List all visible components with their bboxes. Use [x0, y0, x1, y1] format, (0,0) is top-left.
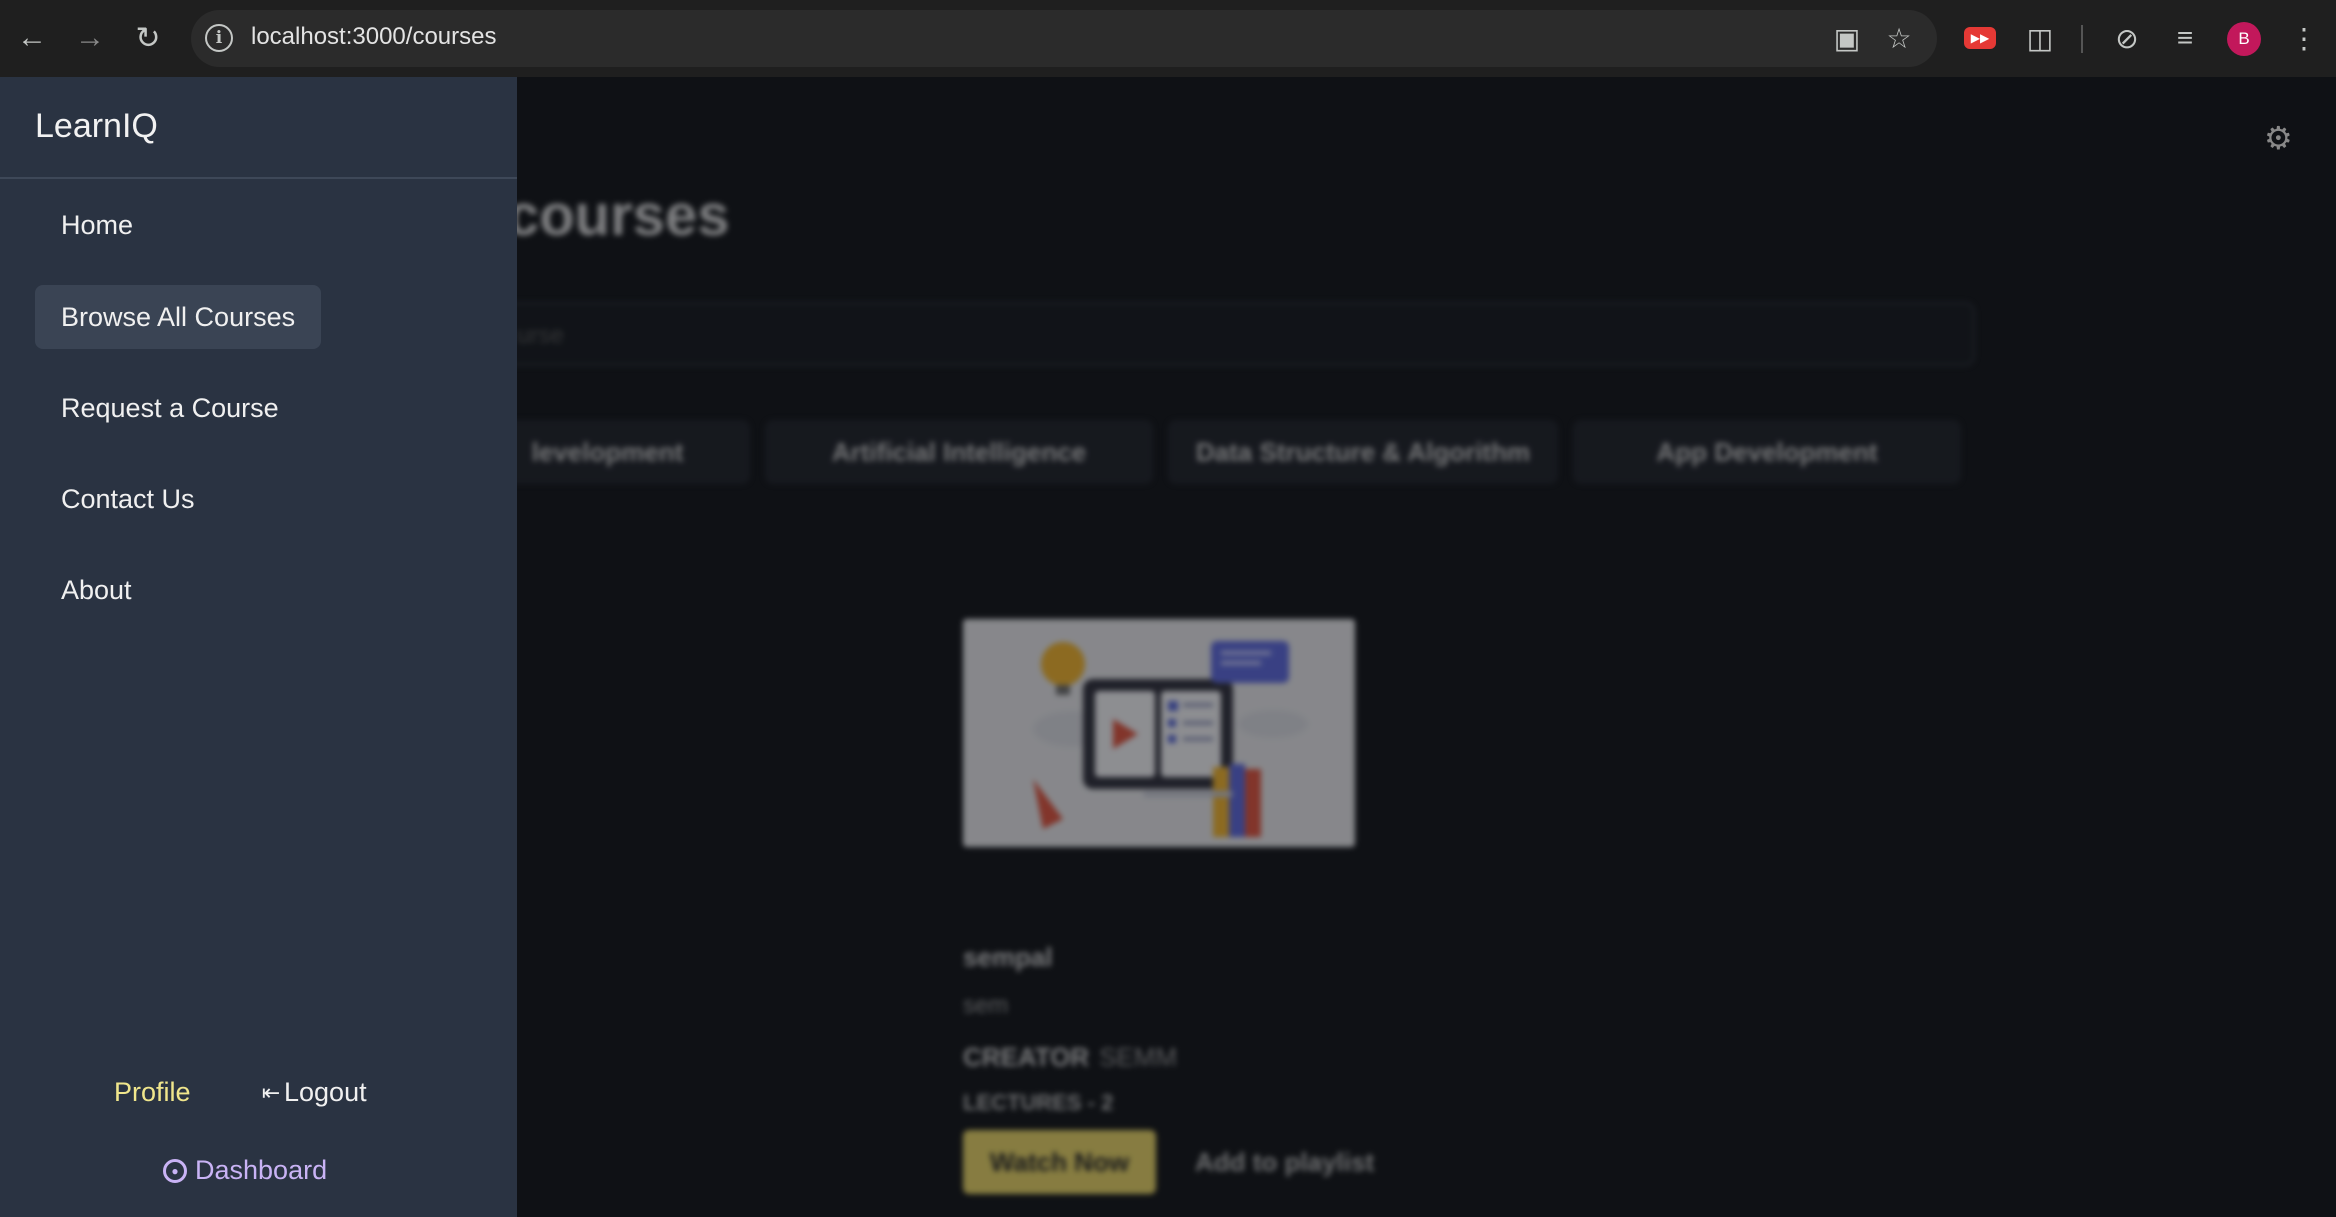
bookmark-star-icon[interactable]: ☆ [1881, 20, 1917, 56]
toolbar-separator [2081, 25, 2083, 53]
course-illustration [963, 619, 1355, 847]
site-info-icon[interactable]: i [205, 24, 233, 52]
course-title: sempal [963, 942, 1053, 972]
install-app-icon[interactable]: ▣ [1829, 20, 1865, 56]
menu-item-browse-all-courses[interactable]: Browse All Courses [35, 285, 322, 349]
performance-icon[interactable]: ⊘ [2109, 20, 2145, 56]
brand-logo-text[interactable]: LearnIQ [35, 107, 158, 146]
logout-label: Logout [284, 1077, 367, 1107]
dashboard-link[interactable]: ● Dashboard [163, 1155, 327, 1186]
menu-item-home[interactable]: Home [35, 193, 159, 257]
course-search-input[interactable]: urse [455, 302, 1975, 366]
page-title: courses [507, 183, 730, 248]
course-thumbnail[interactable] [963, 619, 1355, 847]
address-bar[interactable]: i localhost:3000/courses [191, 10, 1937, 67]
dashboard-label: Dashboard [195, 1155, 328, 1185]
kebab-menu-icon[interactable]: ⋮ [2286, 20, 2322, 56]
logout-icon: ⇤ [261, 1079, 281, 1105]
media-queue-icon[interactable]: ≡ [2167, 20, 2203, 56]
creator-value: SEMM [1099, 1042, 1178, 1072]
dashboard-gauge-icon: ● [163, 1158, 187, 1183]
youtube-extension-icon[interactable]: ▶▶ [1964, 27, 1996, 49]
menu-item-about[interactable]: About [35, 558, 158, 622]
browser-profile-avatar[interactable]: B [2227, 22, 2261, 56]
drawer-header: LearnIQ [0, 77, 517, 179]
watch-now-button[interactable]: Watch Now [963, 1130, 1156, 1194]
reload-icon[interactable]: ↻ [128, 18, 168, 58]
category-artificial-intelligence[interactable]: Artificial Intelligence [765, 420, 1153, 484]
menu-item-request-course[interactable]: Request a Course [35, 376, 305, 440]
profile-link[interactable]: Profile [114, 1077, 191, 1108]
url-text[interactable]: localhost:3000/courses [251, 23, 496, 51]
logout-button[interactable]: ⇤ Logout [260, 1077, 367, 1108]
course-creator: CREATOR SEMM [963, 1042, 1177, 1073]
search-placeholder: urse [517, 322, 564, 349]
browser-toolbar: ← → ↻ i localhost:3000/courses ▣ ☆ ▶▶ ◫ … [0, 0, 2336, 77]
forward-arrow-icon[interactable]: → [70, 18, 110, 58]
extensions-puzzle-icon[interactable]: ◫ [2022, 20, 2058, 56]
creator-label: CREATOR [963, 1042, 1090, 1072]
add-to-playlist-button[interactable]: Add to playlist [1195, 1147, 1374, 1178]
course-lectures-count: LECTURES - 2 [963, 1090, 1114, 1115]
category-dsa[interactable]: Data Structure & Algorithm [1168, 420, 1558, 484]
course-description: sem [963, 992, 1009, 1019]
menu-item-contact-us[interactable]: Contact Us [35, 467, 221, 531]
navigation-drawer: LearnIQ Home Browse All Courses Request … [0, 77, 517, 1217]
back-arrow-icon[interactable]: ← [12, 18, 52, 58]
category-app-development[interactable]: App Development [1573, 420, 1961, 484]
